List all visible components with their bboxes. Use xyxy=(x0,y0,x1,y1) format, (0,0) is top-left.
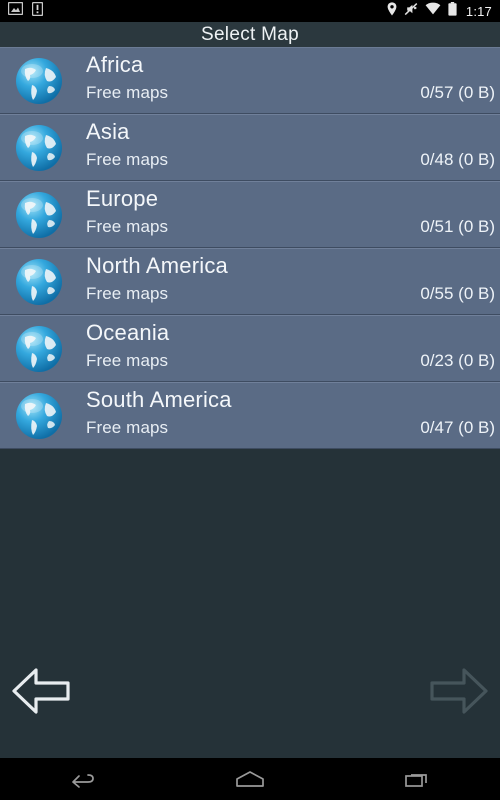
wizard-navigation xyxy=(0,648,500,758)
status-bar: 1:17 xyxy=(0,0,500,22)
list-item-text: Oceania Free maps 0/23 (0 B) xyxy=(78,315,500,382)
ringer-muted-icon xyxy=(404,2,418,21)
list-item-subtitle: Free maps xyxy=(86,284,169,303)
globe-icon xyxy=(0,181,78,248)
list-item-title: Europe xyxy=(86,186,159,211)
android-home-button[interactable] xyxy=(167,758,334,800)
globe-icon xyxy=(0,382,78,449)
title-bar: Select Map xyxy=(0,22,500,47)
list-item-title: North America xyxy=(86,253,228,278)
android-back-button[interactable] xyxy=(0,758,167,800)
list-item-text: South America Free maps 0/47 (0 B) xyxy=(78,382,500,449)
previous-arrow[interactable] xyxy=(10,666,72,721)
map-region-list[interactable]: Africa Free maps 0/57 (0 B) Asia Free ma xyxy=(0,47,500,449)
list-item[interactable]: Africa Free maps 0/57 (0 B) xyxy=(0,47,500,114)
list-item[interactable]: Europe Free maps 0/51 (0 B) xyxy=(0,181,500,248)
location-pin-icon xyxy=(387,1,397,21)
list-item-text: North America Free maps 0/55 (0 B) xyxy=(78,248,500,315)
list-item-subtitle: Free maps xyxy=(86,83,169,102)
list-item-count: 0/48 (0 B) xyxy=(420,150,495,169)
page-title: Select Map xyxy=(200,24,300,45)
globe-icon xyxy=(0,114,78,181)
list-item-subtitle: Free maps xyxy=(86,418,169,437)
list-item-count: 0/57 (0 B) xyxy=(420,83,495,102)
screenshot-icon xyxy=(7,1,24,20)
list-item-subtitle: Free maps xyxy=(86,150,169,169)
status-bar-right-icons: 1:17 xyxy=(387,1,492,21)
list-item-count: 0/51 (0 B) xyxy=(420,217,495,236)
list-item-text: Africa Free maps 0/57 (0 B) xyxy=(78,47,500,114)
app-screen: 1:17 Select Map Africa Free maps 0/57 (0… xyxy=(0,0,500,800)
globe-icon xyxy=(0,47,78,114)
list-item-title: Africa xyxy=(86,52,144,77)
status-bar-left-icons xyxy=(7,1,44,21)
list-item-count: 0/55 (0 B) xyxy=(420,284,495,303)
list-item-title: Asia xyxy=(86,119,130,144)
list-item-title: South America xyxy=(86,387,232,412)
wifi-icon xyxy=(425,2,441,20)
globe-icon xyxy=(0,315,78,382)
list-item[interactable]: Oceania Free maps 0/23 (0 B) xyxy=(0,315,500,382)
list-item[interactable]: North America Free maps 0/55 (0 B) xyxy=(0,248,500,315)
status-bar-clock: 1:17 xyxy=(465,3,492,19)
list-item[interactable]: South America Free maps 0/47 (0 B) xyxy=(0,382,500,449)
next-arrow[interactable] xyxy=(428,666,490,721)
list-item-title: Oceania xyxy=(86,320,170,345)
list-item-count: 0/23 (0 B) xyxy=(420,351,495,370)
sim-warning-icon xyxy=(31,1,44,21)
android-recents-button[interactable] xyxy=(333,758,500,800)
list-item-text: Asia Free maps 0/48 (0 B) xyxy=(78,114,500,181)
globe-icon xyxy=(0,248,78,315)
list-item-text: Europe Free maps 0/51 (0 B) xyxy=(78,181,500,248)
list-item[interactable]: Asia Free maps 0/48 (0 B) xyxy=(0,114,500,181)
list-item-subtitle: Free maps xyxy=(86,351,169,370)
android-navigation-bar xyxy=(0,758,500,800)
list-item-count: 0/47 (0 B) xyxy=(420,418,495,437)
list-item-subtitle: Free maps xyxy=(86,217,169,236)
battery-icon xyxy=(448,1,457,21)
